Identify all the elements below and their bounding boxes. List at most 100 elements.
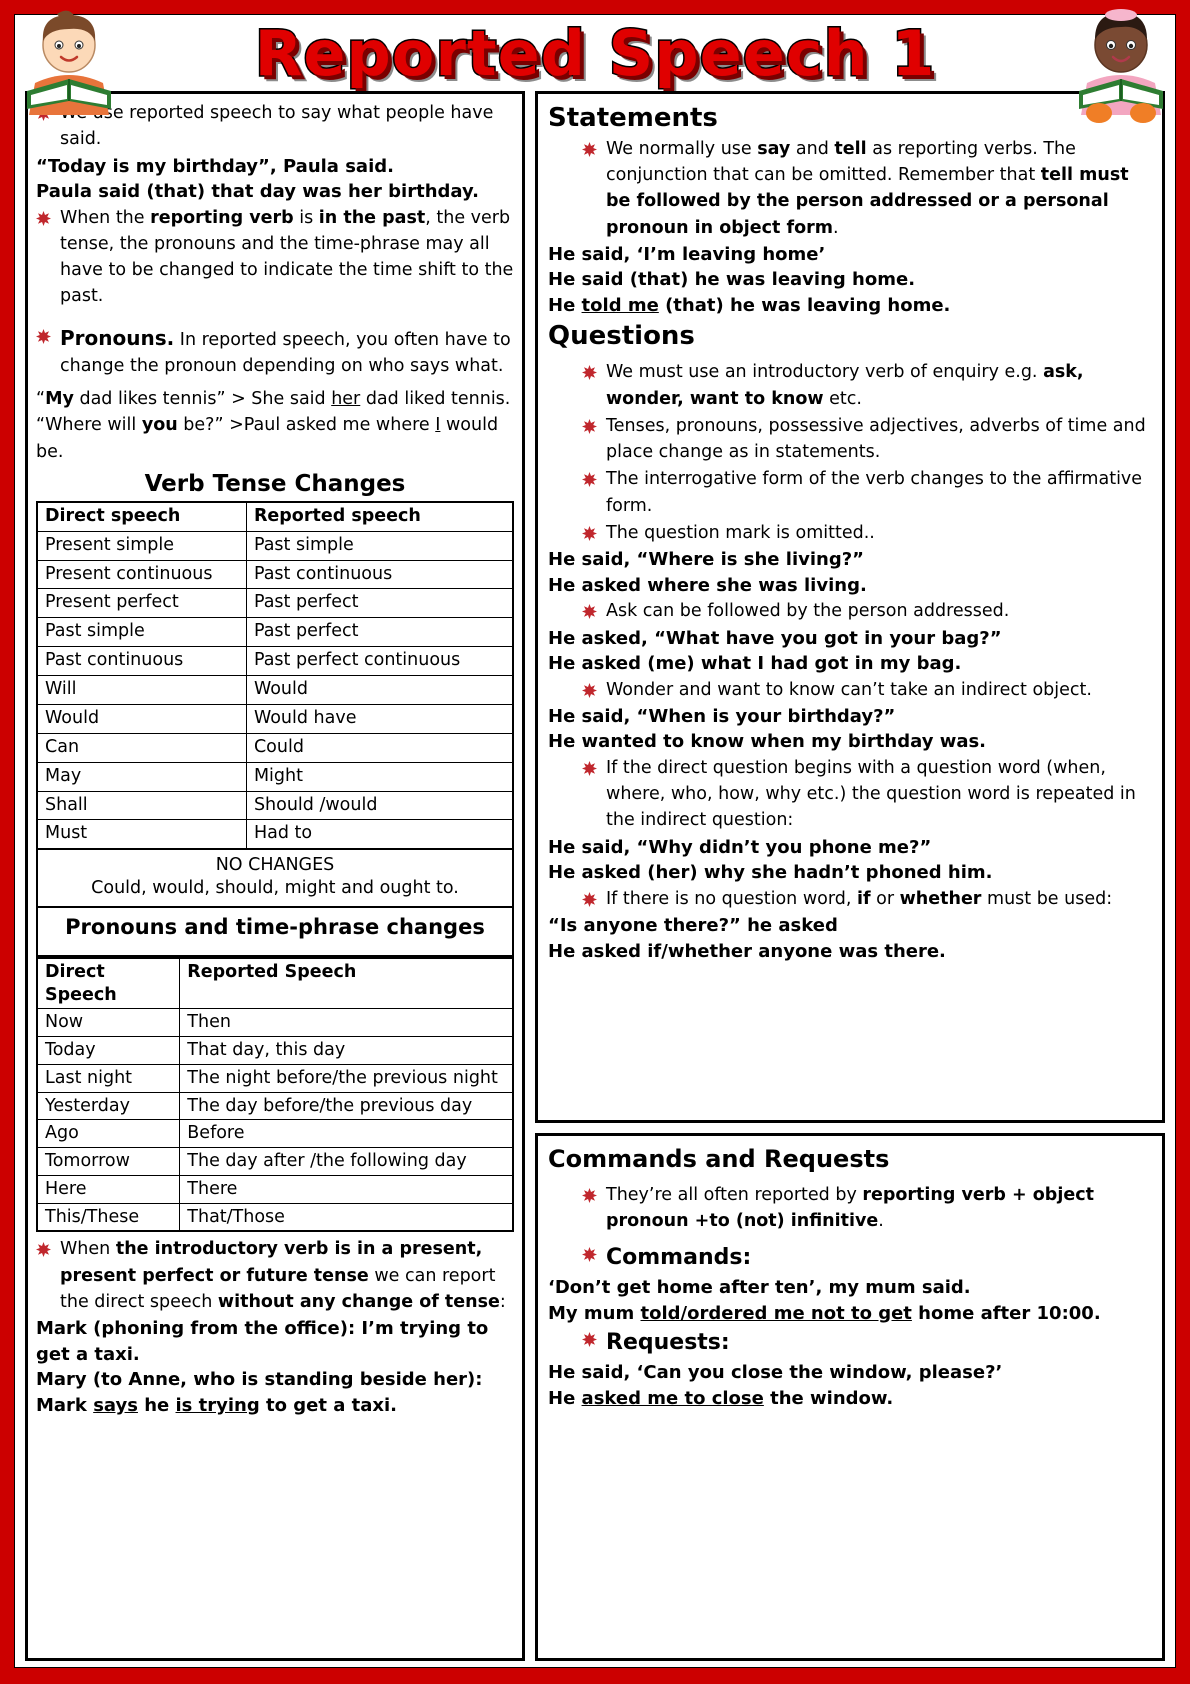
- left-example-2: Paula said (that) that day was her birth…: [36, 181, 479, 203]
- table-row: May Might: [36, 761, 514, 792]
- cell-direct: Present perfect: [36, 588, 247, 619]
- cell-reported: Should /would: [245, 790, 514, 821]
- cell-reported: Past continuous: [245, 559, 514, 590]
- left-column: We use reported speech to say what peopl…: [25, 91, 525, 1661]
- past-rule-bullet-row: When the reporting verb is in the past, …: [36, 205, 514, 310]
- commands-bullet-text: They’re all often reported by reporting …: [606, 1184, 1094, 1231]
- table-row: Shall Should /would: [36, 790, 514, 821]
- table-row: This/These That/Those: [36, 1202, 514, 1232]
- table-row: Must Had to: [36, 819, 514, 850]
- time-phrase-table-body: Direct Speech Reported Speech Now Then To…: [36, 957, 514, 1232]
- cell-reported: Might: [245, 761, 514, 792]
- commands-label-row: Commands:: [548, 1241, 1152, 1274]
- question-bullet-row: Tenses, pronouns, possessive adjectives,…: [548, 413, 1152, 466]
- table-row: Can Could: [36, 732, 514, 763]
- cell-reported: Would have: [245, 703, 514, 734]
- question-example-3b: He wanted to know when my birthday was.: [548, 731, 987, 753]
- statements-bullet-text: We normally use say and tell as reportin…: [606, 138, 1129, 238]
- requests-example-2: He asked me to close the window.: [548, 1387, 894, 1409]
- commands-example-2: My mum told/ordered me not to get home a…: [548, 1302, 1101, 1324]
- column-header-reported: Reported speech: [245, 501, 514, 532]
- cell-reported: That day, this day: [179, 1036, 514, 1065]
- no-changes-title: NO CHANGES: [215, 855, 335, 876]
- cell-direct: Now: [36, 1008, 181, 1038]
- column-header-direct: Direct speech: [36, 501, 247, 532]
- table-row: Today That day, this day: [36, 1036, 514, 1065]
- star-bullet-icon: [36, 328, 51, 344]
- questions-heading: Questions: [548, 320, 695, 351]
- left-panel: We use reported speech to say what peopl…: [25, 91, 525, 1661]
- cell-reported: The day after /the following day: [179, 1147, 514, 1176]
- question-example-4a: He said, “Why didn’t you phone me?”: [548, 836, 932, 858]
- page-title: Reported Speech 1: [253, 15, 936, 91]
- table-row: Past continuous Past perfect continuous: [36, 646, 514, 677]
- cell-reported: Would: [245, 675, 514, 705]
- question-example-4b: He asked (her) why she hadn’t phoned him…: [548, 862, 993, 884]
- intro-bullet-text: We use reported speech to say what peopl…: [60, 103, 494, 150]
- table-row: Past simple Past perfect: [36, 617, 514, 648]
- ask-bullet-row: Ask can be followed by the person addres…: [548, 598, 1152, 624]
- verb-tense-table: Direct speech Reported speech Present si…: [36, 500, 514, 851]
- cell-reported: Past perfect: [245, 588, 514, 619]
- table-row: Here There: [36, 1174, 514, 1204]
- table-header-row: Direct Speech Reported Speech: [36, 957, 514, 1010]
- question-bullet-text: The interrogative form of the verb chang…: [606, 469, 1143, 516]
- cell-direct: May: [36, 761, 247, 792]
- commands-requests-panel: Commands and Requests They’re all often …: [535, 1133, 1165, 1661]
- question-bullet-text: Tenses, pronouns, possessive adjectives,…: [606, 415, 1146, 463]
- mark-example-line: Mark (phoning from the office): I’m tryi…: [36, 1318, 489, 1365]
- star-bullet-icon: [582, 365, 597, 381]
- question-bullet-text: The question mark is omitted..: [606, 522, 875, 543]
- question-example-5a: “Is anyone there?” he asked: [548, 915, 838, 937]
- qword-bullet-row: If the direct question begins with a que…: [548, 755, 1152, 834]
- content-columns: We use reported speech to say what peopl…: [25, 91, 1165, 1661]
- cell-direct: Will: [36, 675, 247, 705]
- cell-direct: Ago: [36, 1119, 181, 1149]
- cell-reported: The day before/the previous day: [179, 1091, 514, 1121]
- cell-direct: Tomorrow: [36, 1147, 181, 1176]
- requests-example-1: He said, ‘Can you close the window, plea…: [548, 1362, 1003, 1384]
- cell-direct: Past continuous: [36, 646, 247, 677]
- commands-requests-heading: Commands and Requests: [548, 1145, 890, 1173]
- star-bullet-icon: [36, 210, 51, 226]
- statements-bullet-row: We normally use say and tell as reportin…: [548, 136, 1152, 241]
- cell-direct: Can: [36, 732, 247, 763]
- wonder-bullet-text: Wonder and want to know can’t take an in…: [606, 679, 1092, 700]
- title-band: Reported Speech 1: [15, 15, 1175, 91]
- cell-reported: Before: [179, 1119, 514, 1149]
- cell-direct: Last night: [36, 1063, 181, 1093]
- table-row: Present perfect Past perfect: [36, 588, 514, 619]
- table-row: Would Would have: [36, 703, 514, 734]
- cell-reported: The night before/the previous night: [179, 1063, 514, 1093]
- statements-heading: Statements: [548, 103, 718, 133]
- star-bullet-icon: [582, 1332, 597, 1348]
- question-example-1b: He asked where she was living.: [548, 574, 867, 596]
- boy-reading-icon: [17, 9, 121, 127]
- star-bullet-icon: [582, 141, 597, 157]
- question-example-3a: He said, “When is your birthday?”: [548, 705, 896, 727]
- star-bullet-icon: [582, 760, 597, 776]
- statement-example-1: He said, ‘I’m leaving home’: [548, 243, 826, 265]
- cell-direct: This/These: [36, 1202, 181, 1232]
- statement-example-2: He said (that) he was leaving home.: [548, 269, 916, 291]
- wonder-bullet-row: Wonder and want to know can’t take an in…: [548, 677, 1152, 703]
- no-changes-subtitle: Could, would, should, might and ought to…: [91, 878, 459, 899]
- cell-reported: Past perfect: [245, 617, 514, 648]
- worksheet-sheet: Reported Speech 1 We use reported speech…: [14, 9, 1176, 1668]
- cell-reported: That/Those: [179, 1202, 514, 1232]
- star-bullet-icon: [582, 1247, 597, 1263]
- cell-direct: Here: [36, 1174, 181, 1204]
- time-phrase-table: Direct Speech Reported Speech Now Then To…: [36, 956, 514, 1233]
- table-row: Yesterday The day before/the previous day: [36, 1091, 514, 1121]
- cell-reported: Then: [179, 1008, 514, 1038]
- question-example-2a: He asked, “What have you got in your bag…: [548, 627, 1002, 649]
- statement-told-example: He told me (that) he was leaving home.: [548, 294, 951, 316]
- cell-reported: Had to: [245, 819, 514, 850]
- intro-verb-bullet-text: When the introductory verb is in a prese…: [60, 1239, 506, 1312]
- pronoun-example-1: “My dad likes tennis” > She said her dad…: [36, 389, 511, 410]
- column-header-reported-speech: Reported Speech: [179, 957, 514, 1010]
- star-bullet-icon: [582, 682, 597, 698]
- if-whether-bullet-text: If there is no question word, if or whet…: [606, 888, 1113, 909]
- cell-reported: There: [179, 1174, 514, 1204]
